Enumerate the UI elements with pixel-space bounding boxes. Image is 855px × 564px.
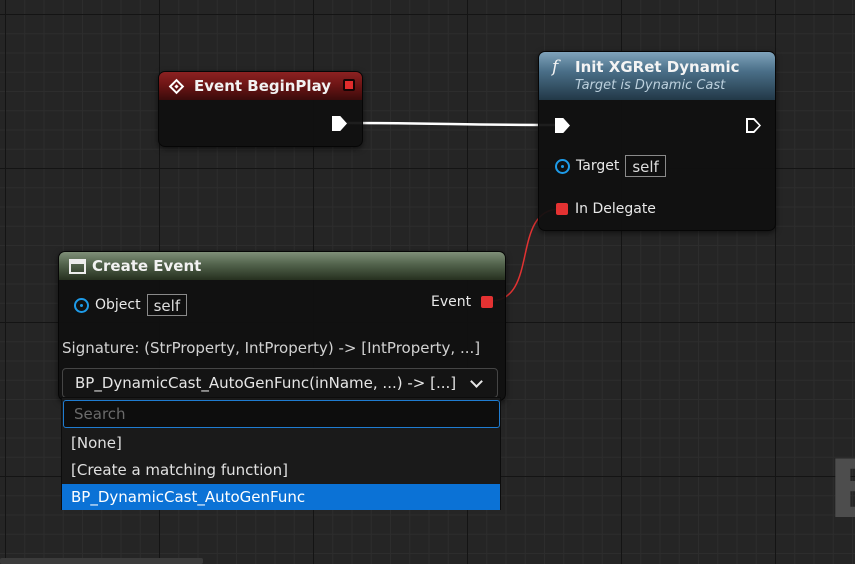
event-beginplay-title: Event BeginPlay — [194, 77, 332, 95]
event-beginplay-header[interactable]: Event BeginPlay — [159, 72, 362, 100]
menu-item-autogen-func[interactable]: BP_DynamicCast_AutoGenFunc — [62, 484, 500, 510]
function-select-dropdown[interactable]: BP_DynamicCast_AutoGenFunc(inName, ...) … — [62, 368, 498, 398]
dropdown-selected-value: BP_DynamicCast_AutoGenFunc(inName, ...) … — [75, 374, 457, 392]
target-pin-row: Target self — [555, 155, 666, 177]
create-event-header[interactable]: Create Event — [59, 252, 505, 280]
edge-watermark-text: B — [828, 445, 855, 535]
object-pin[interactable] — [74, 297, 89, 313]
exec-in-pin[interactable] — [555, 118, 570, 133]
function-icon: f — [552, 57, 559, 77]
object-self-field[interactable]: self — [146, 294, 188, 316]
menu-item-none[interactable]: [None] — [62, 430, 500, 456]
object-pin-row: Object self — [74, 294, 188, 316]
target-self-field[interactable]: self — [625, 155, 666, 177]
init-node-header[interactable]: f Init XGRet Dynamic Target is Dynamic C… — [539, 52, 775, 100]
exec-out-pin[interactable] — [332, 116, 347, 131]
in-delegate-pin[interactable] — [556, 203, 568, 215]
exec-wire — [345, 121, 557, 127]
event-delegate-pin[interactable] — [481, 296, 494, 308]
chevron-down-icon — [470, 375, 483, 388]
create-event-node[interactable]: Create Event Object self Event Signature… — [58, 251, 506, 401]
exec-out-pin[interactable] — [746, 118, 761, 133]
window-icon — [69, 258, 86, 274]
signature-text: Signature: (StrProperty, IntProperty) ->… — [62, 339, 481, 357]
event-label: Event — [431, 294, 472, 310]
in-delegate-pin-row: In Delegate — [556, 201, 656, 217]
in-delegate-label: In Delegate — [575, 201, 656, 217]
function-dropdown-menu: [None] [Create a matching function] BP_D… — [61, 397, 501, 510]
horizontal-scrollbar[interactable] — [0, 558, 203, 564]
output-delegate-pin[interactable] — [343, 79, 355, 91]
target-pin[interactable] — [555, 158, 570, 174]
menu-item-create-matching-function[interactable]: [Create a matching function] — [62, 457, 500, 483]
init-node-subtitle: Target is Dynamic Cast — [575, 77, 726, 93]
create-event-title: Create Event — [92, 257, 202, 275]
init-xgret-dynamic-node[interactable]: f Init XGRet Dynamic Target is Dynamic C… — [538, 51, 776, 231]
object-label: Object — [95, 297, 141, 313]
event-icon — [168, 78, 185, 94]
init-node-title: Init XGRet Dynamic — [575, 57, 740, 76]
event-pin-row: Event — [431, 294, 494, 310]
target-label: Target — [576, 158, 620, 174]
event-beginplay-node[interactable]: Event BeginPlay — [158, 71, 363, 147]
search-input[interactable] — [63, 400, 500, 428]
